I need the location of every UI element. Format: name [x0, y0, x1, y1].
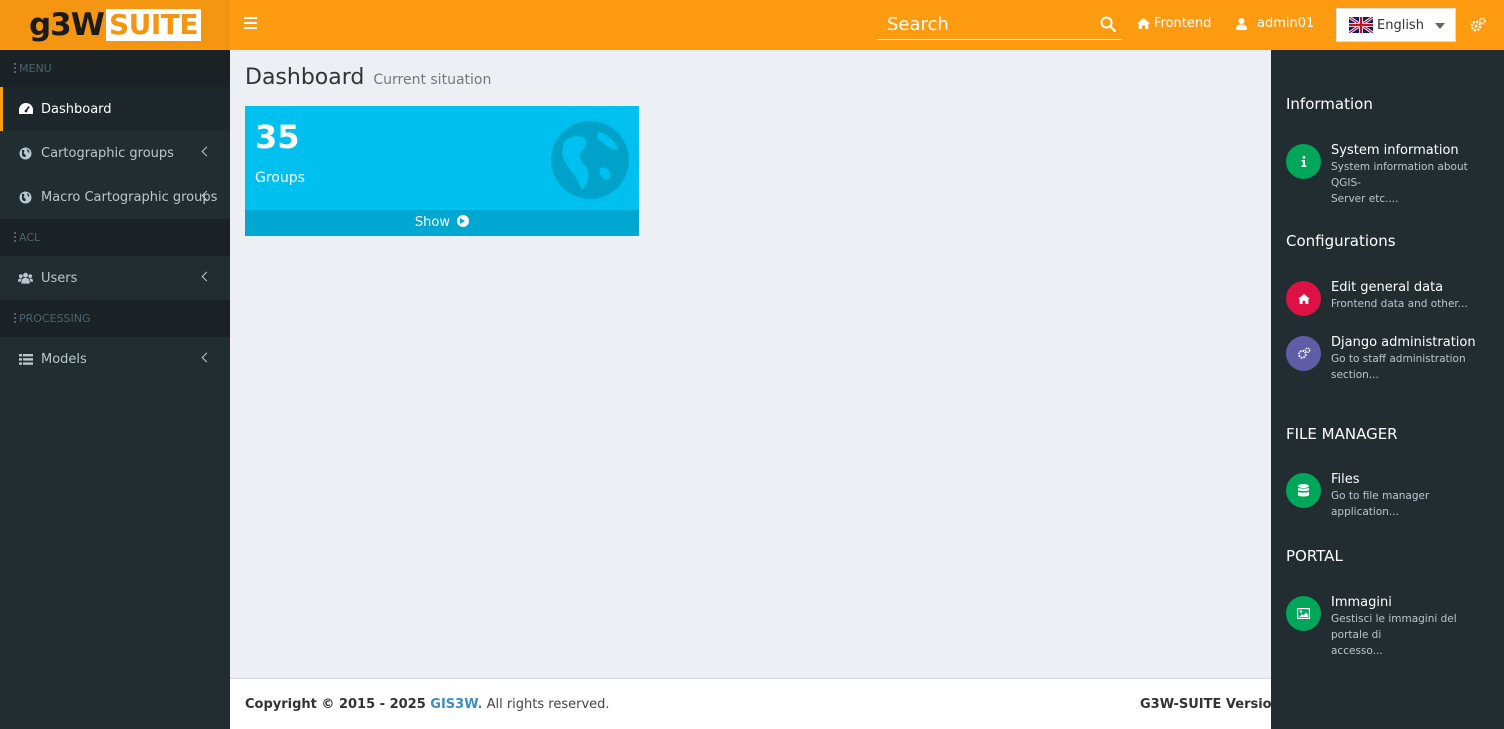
ellipsis-icon	[14, 313, 16, 323]
item-description: Go to staff administration	[1331, 353, 1466, 365]
list-icon	[18, 352, 33, 366]
section-title-configurations: Configurations	[1286, 232, 1396, 250]
groups-count: 35	[255, 118, 300, 156]
home-icon	[1286, 281, 1321, 316]
show-link-label: Show	[414, 215, 450, 230]
sidebar-section-processing: PROCESSING	[0, 300, 230, 337]
item-title: Edit general data	[1331, 280, 1444, 295]
item-description: accesso...	[1331, 645, 1383, 657]
chevron-left-icon	[201, 271, 212, 282]
groups-label: Groups	[255, 170, 305, 186]
frontend-label: Frontend	[1154, 16, 1212, 31]
dashboard-icon	[18, 102, 33, 116]
logo-suite-text: SUITE	[105, 9, 201, 41]
cogs-icon	[1286, 336, 1321, 371]
ellipsis-icon	[14, 232, 16, 242]
item-description: Gestisci le immagini del portale di	[1331, 613, 1457, 641]
user-icon	[1236, 17, 1247, 30]
globe-americas-icon	[551, 121, 629, 199]
section-title-information: Information	[1286, 95, 1373, 113]
control-sidebar: Information System information System in…	[1271, 50, 1504, 729]
sidebar-item-macro-cartographic-groups[interactable]: Macro Cartographic groups	[0, 175, 230, 219]
chevron-left-icon	[201, 146, 212, 157]
username-label: admin01	[1257, 16, 1315, 31]
page-title: Dashboard	[245, 65, 365, 90]
arrow-circle-right-icon	[457, 215, 470, 227]
company-link[interactable]: GIS3W.	[430, 697, 482, 712]
groups-show-link[interactable]: Show	[245, 210, 639, 236]
language-label: English	[1377, 17, 1424, 33]
globe-icon	[18, 190, 33, 204]
search-icon[interactable]	[1100, 16, 1116, 32]
section-title-file-manager: FILE MANAGER	[1286, 425, 1398, 443]
groups-stat-box: 35 Groups Show	[245, 106, 639, 236]
globe-icon	[18, 146, 33, 160]
search-form	[877, 10, 1122, 40]
copyright: Copyright © 2015 - 2025 GIS3W. All right…	[245, 697, 610, 712]
control-sidebar-cogs-icon[interactable]	[1470, 17, 1486, 33]
item-description: Go to file manager application...	[1331, 490, 1430, 518]
files-item[interactable]: Files Go to file manager application...	[1286, 472, 1491, 520]
item-title: Django administration	[1331, 335, 1476, 350]
top-navbar: g3W SUITE Frontend admin01	[0, 0, 1504, 50]
ellipsis-icon	[14, 63, 16, 73]
item-description: section...	[1331, 369, 1379, 381]
sidebar-item-models[interactable]: Models	[0, 337, 230, 381]
edit-general-data-item[interactable]: Edit general data Frontend data and othe…	[1286, 280, 1491, 316]
system-information-item[interactable]: System information System information ab…	[1286, 143, 1491, 207]
django-administration-item[interactable]: Django administration Go to staff admini…	[1286, 335, 1491, 383]
sidebar-section-label: PROCESSING	[19, 312, 91, 325]
item-title: Files	[1331, 472, 1360, 487]
logo-g3w-text: g3W	[28, 7, 105, 43]
sidebar-section-acl: ACL	[0, 219, 230, 256]
immagini-item[interactable]: Immagini Gestisci le immagini del portal…	[1286, 595, 1491, 659]
chevron-left-icon	[201, 352, 212, 363]
item-description: Frontend data and other...	[1331, 298, 1468, 310]
frontend-link[interactable]: Frontend	[1137, 16, 1211, 31]
sidebar-item-label: Models	[41, 351, 87, 367]
search-input[interactable]	[877, 10, 1092, 38]
sidebar-item-label: Macro Cartographic groups	[41, 189, 218, 205]
sidebar-section-menu: MENU	[0, 50, 230, 87]
database-icon	[1286, 473, 1321, 508]
copyright-text: Copyright © 2015 - 2025	[245, 697, 431, 712]
page-header: Dashboard Current situation	[245, 65, 491, 90]
user-menu[interactable]: admin01	[1236, 16, 1314, 31]
sidebar-item-label: Cartographic groups	[41, 145, 174, 161]
item-description: Server etc....	[1331, 193, 1399, 205]
uk-flag-icon	[1349, 17, 1373, 33]
app-logo[interactable]: g3W SUITE	[0, 0, 230, 50]
sidebar-item-users[interactable]: Users	[0, 256, 230, 300]
section-title-portal: PORTAL	[1286, 547, 1343, 565]
rights-text: All rights reserved.	[482, 697, 610, 712]
content-wrapper: Dashboard Current situation 35 Groups Sh…	[230, 50, 1271, 678]
main-footer: Copyright © 2015 - 2025 GIS3W. All right…	[230, 678, 1303, 729]
sidebar-item-label: Users	[41, 270, 78, 286]
home-icon	[1137, 18, 1150, 29]
sidebar-item-dashboard[interactable]: Dashboard	[0, 87, 230, 131]
page-subtitle: Current situation	[373, 72, 492, 88]
sidebar-toggle-icon[interactable]	[244, 17, 257, 31]
main-sidebar: MENU Dashboard Cartographic groups Macro…	[0, 50, 230, 729]
sidebar-item-cartographic-groups[interactable]: Cartographic groups	[0, 131, 230, 175]
item-title: Immagini	[1331, 595, 1392, 610]
sidebar-section-label: ACL	[19, 231, 41, 244]
info-icon	[1286, 144, 1321, 179]
users-icon	[18, 271, 33, 285]
caret-down-icon	[1435, 23, 1445, 29]
sidebar-item-label: Dashboard	[41, 101, 112, 117]
sidebar-section-label: MENU	[19, 62, 52, 75]
image-icon	[1286, 596, 1321, 631]
language-select[interactable]: English	[1336, 8, 1456, 42]
item-description: System information about QGIS-	[1331, 161, 1468, 189]
item-title: System information	[1331, 143, 1459, 158]
